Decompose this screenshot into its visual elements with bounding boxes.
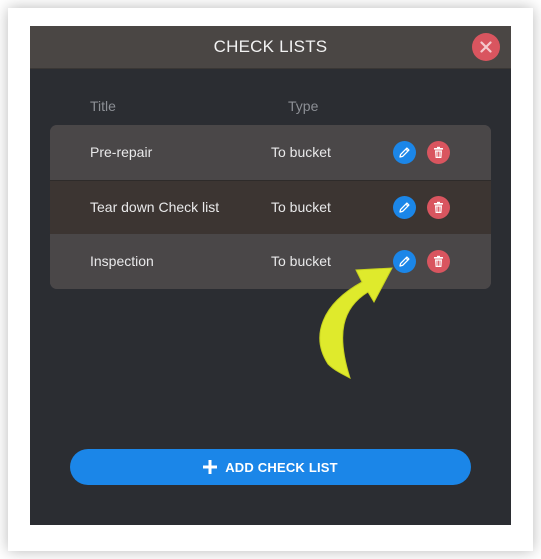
- add-check-list-button[interactable]: ADD CHECK LIST: [70, 449, 471, 485]
- trash-icon: [434, 255, 443, 267]
- annotation-arrow-icon: [319, 267, 393, 379]
- pencil-icon: [399, 202, 410, 213]
- add-check-list-label: ADD CHECK LIST: [225, 459, 338, 475]
- column-header-title: Title: [90, 98, 116, 114]
- column-header-type: Type: [288, 98, 319, 114]
- row-type: To bucket: [271, 199, 331, 215]
- pencil-icon: [399, 147, 410, 158]
- row-title: Pre-repair: [90, 144, 153, 160]
- row-title: Inspection: [90, 253, 154, 269]
- close-icon: [480, 41, 492, 53]
- add-button-content: ADD CHECK LIST: [70, 449, 471, 485]
- trash-icon: [434, 146, 443, 158]
- delete-button[interactable]: [427, 250, 450, 273]
- delete-button[interactable]: [427, 141, 450, 164]
- delete-button[interactable]: [427, 196, 450, 219]
- dialog-title: CHECK LISTS: [213, 37, 328, 56]
- dialog-header: CHECK LISTS: [30, 26, 511, 69]
- check-lists-dialog: CHECK LISTS Title Type Pre-repair To buc…: [30, 26, 511, 525]
- table-row: Pre-repair To bucket: [50, 125, 491, 180]
- edit-button[interactable]: [393, 196, 416, 219]
- close-button[interactable]: [472, 33, 500, 61]
- table-row: Tear down Check list To bucket: [50, 180, 491, 235]
- row-type: To bucket: [271, 144, 331, 160]
- row-title: Tear down Check list: [90, 199, 220, 215]
- trash-icon: [434, 201, 443, 213]
- plus-icon: [203, 460, 218, 474]
- edit-button[interactable]: [393, 141, 416, 164]
